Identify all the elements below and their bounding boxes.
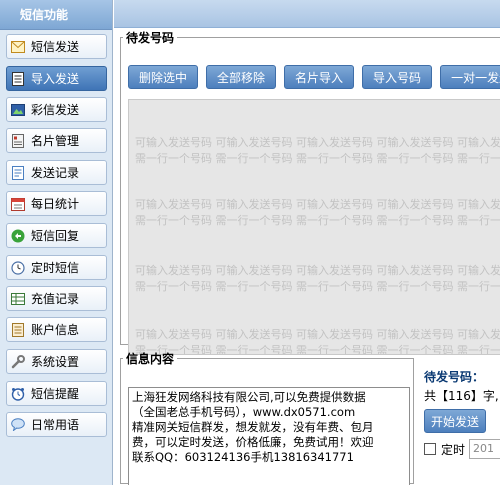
pending-numbers-group: 待发号码 删除选中 全部移除 名片导入 导入号码 一对一发送 可输入发送号码 可… (120, 29, 500, 355)
phone-hint-line: 可输入发送号码 可输入发送号码 可输入发送号码 可输入发送号码 可输入发送号码 (135, 136, 500, 149)
sidebar-item-label: 短信回复 (31, 229, 80, 243)
sidebar-item-label: 短信提醒 (31, 387, 80, 401)
clock-icon (11, 260, 25, 275)
message-line: 费，可以定时发送，价格低廉，免费试用！欢迎 (132, 435, 374, 449)
sidebar-item-sms-send[interactable]: 短信发送 (6, 34, 107, 59)
record-icon (11, 165, 25, 180)
phone-hint-line: 需一行一个号码 需一行一个号码 需一行一个号码 需一行一个号码 需一行一个号码 (135, 214, 500, 227)
sidebar-item-label: 每日统计 (31, 197, 80, 211)
account-icon (11, 322, 25, 337)
sidebar-item-label: 短信发送 (31, 40, 80, 54)
sidebar-item-recharge-record[interactable]: 充值记录 (6, 286, 107, 311)
pending-numbers-legend: 待发号码 (126, 31, 175, 45)
phone-hint-line: 可输入发送号码 可输入发送号码 可输入发送号码 可输入发送号码 可输入发送号码 (135, 198, 500, 211)
sidebar-item-send-record[interactable]: 发送记录 (6, 160, 107, 185)
sidebar-item-sms-reply[interactable]: 短信回复 (6, 223, 107, 248)
pending-count-label: 待发号码： (424, 370, 485, 384)
sidebar-item-mms-send[interactable]: 彩信发送 (6, 97, 107, 122)
sidebar-item-label: 账户信息 (31, 323, 80, 337)
calendar-icon (11, 197, 25, 211)
message-line: （全国老总手机号码），www.dx0571.com (132, 405, 356, 419)
picture-icon (11, 103, 25, 117)
one-to-one-send-button[interactable]: 一对一发送 (440, 65, 500, 89)
sidebar-item-label: 导入发送 (31, 72, 80, 86)
scheduled-row: 定时 201 (424, 439, 500, 459)
sidebar-item-label: 日常用语 (31, 418, 80, 432)
reply-icon (11, 229, 25, 243)
message-line: 联系QQ：603124136手机13816341771 (132, 450, 354, 464)
sidebar-item-label: 彩信发送 (31, 103, 80, 117)
document-icon (11, 71, 25, 86)
message-content-group: 信息内容 上海狂发网络科技有限公司,可以免费提供数据 （全国老总手机号码），ww… (120, 350, 414, 485)
phone-hint-block: 可输入发送号码 可输入发送号码 可输入发送号码 可输入发送号码 可输入发送号码 … (135, 263, 500, 295)
sidebar-item-sms-reminder[interactable]: 短信提醒 (6, 381, 107, 406)
sidebar-item-label: 系统设置 (31, 355, 80, 369)
sidebar-item-label: 充值记录 (31, 292, 80, 306)
sidebar-item-label: 发送记录 (31, 166, 80, 180)
chat-icon (11, 418, 25, 432)
sidebar-item-label: 定时短信 (31, 261, 80, 275)
scheduled-label: 定时 (441, 442, 466, 457)
sidebar-item-common-phrases[interactable]: 日常用语 (6, 412, 107, 437)
sidebar-title: 短信功能 (0, 0, 112, 30)
sidebar-item-label: 名片管理 (31, 134, 80, 148)
sidebar-item-import-send[interactable]: 导入发送 (6, 66, 107, 91)
remove-all-button[interactable]: 全部移除 (206, 65, 277, 89)
main-panel: 待发号码 删除选中 全部移除 名片导入 导入号码 一对一发送 可输入发送号码 可… (114, 0, 500, 485)
scheduled-checkbox[interactable] (424, 443, 436, 455)
sidebar-item-system-settings[interactable]: 系统设置 (6, 349, 107, 374)
phone-hint-block: 可输入发送号码 可输入发送号码 可输入发送号码 可输入发送号码 可输入发送号码 … (135, 197, 500, 229)
delete-selected-button[interactable]: 删除选中 (128, 65, 199, 89)
table-icon (11, 292, 25, 306)
send-options-panel: 待发号码： 共【116】字, 开始发送 定时 201 (421, 365, 500, 485)
import-card-button[interactable]: 名片导入 (284, 65, 355, 89)
phone-hint-line: 需一行一个号码 需一行一个号码 需一行一个号码 需一行一个号码 需一行一个号码 (135, 152, 500, 165)
main-topbar (114, 0, 500, 28)
phone-hint-block: 可输入发送号码 可输入发送号码 可输入发送号码 可输入发送号码 可输入发送号码 … (135, 135, 500, 167)
start-send-button[interactable]: 开始发送 (424, 409, 487, 433)
sidebar-item-scheduled-sms[interactable]: 定时短信 (6, 255, 107, 280)
char-count-text: 共【116】字, (424, 389, 499, 403)
message-line: 精准网关短信群发，想发就发，没有年费、包月 (132, 420, 374, 434)
message-content-legend: 信息内容 (126, 352, 175, 366)
sidebar-item-card-manage[interactable]: 名片管理 (6, 128, 107, 153)
phone-hint-line: 可输入发送号码 可输入发送号码 可输入发送号码 可输入发送号码 可输入发送号码 (135, 264, 500, 277)
sidebar-item-account-info[interactable]: 账户信息 (6, 317, 107, 342)
phone-hint-line: 可输入发送号码 可输入发送号码 可输入发送号码 可输入发送号码 可输入发送号码 (135, 328, 500, 341)
pending-toolbar: 删除选中 全部移除 名片导入 导入号码 一对一发送 (128, 65, 500, 89)
phone-hint-line: 需一行一个号码 需一行一个号码 需一行一个号码 需一行一个号码 需一行一个号码 (135, 280, 500, 293)
message-line: 上海狂发网络科技有限公司,可以免费提供数据 (132, 390, 366, 404)
sidebar-item-daily-stats[interactable]: 每日统计 (6, 191, 107, 216)
import-numbers-button[interactable]: 导入号码 (362, 65, 433, 89)
phone-number-textarea[interactable]: 可输入发送号码 可输入发送号码 可输入发送号码 可输入发送号码 可输入发送号码 … (128, 99, 500, 355)
envelope-icon (11, 40, 25, 54)
card-icon (11, 133, 25, 148)
schedule-time-input[interactable]: 201 (469, 439, 500, 459)
wrench-icon (11, 354, 25, 369)
sidebar: 短信功能 短信发送 导入发送 彩信发送 名片管理 发送记录 每日统计 短信回复 … (0, 0, 113, 485)
alarm-icon (11, 387, 25, 401)
message-content-textarea[interactable]: 上海狂发网络科技有限公司,可以免费提供数据 （全国老总手机号码），www.dx0… (128, 387, 410, 485)
